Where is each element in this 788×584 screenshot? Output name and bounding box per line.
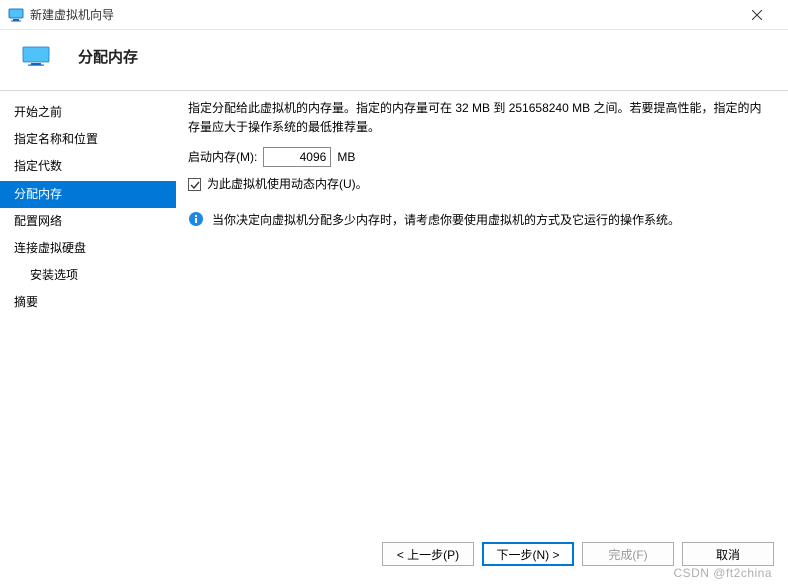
dynamic-memory-checkbox[interactable] xyxy=(188,178,201,191)
cancel-button[interactable]: 取消 xyxy=(682,542,774,566)
sidebar-item-label: 开始之前 xyxy=(14,105,62,119)
page-title: 分配内存 xyxy=(78,46,138,67)
previous-button[interactable]: < 上一步(P) xyxy=(382,542,474,566)
sidebar-item-before-you-begin[interactable]: 开始之前 xyxy=(0,99,176,126)
sidebar-item-summary[interactable]: 摘要 xyxy=(0,289,176,316)
startup-memory-label: 启动内存(M): xyxy=(188,148,257,167)
info-row: 当你决定向虚拟机分配多少内存时，请考虑你要使用虚拟机的方式及它运行的操作系统。 xyxy=(188,211,768,230)
wizard-sidebar: 开始之前 指定名称和位置 指定代数 分配内存 配置网络 连接虚拟硬盘 安装选项 … xyxy=(0,91,176,511)
app-icon xyxy=(8,7,24,23)
startup-memory-row: 启动内存(M): MB xyxy=(188,147,768,167)
wizard-footer: < 上一步(P) 下一步(N) > 完成(F) 取消 xyxy=(0,524,788,584)
sidebar-item-label: 分配内存 xyxy=(14,187,62,201)
next-button[interactable]: 下一步(N) > xyxy=(482,542,574,566)
min-memory-value: 32 MB xyxy=(455,101,490,115)
max-memory-value: 251658240 MB xyxy=(509,101,590,115)
sidebar-item-installation-options[interactable]: 安装选项 xyxy=(0,262,176,289)
sidebar-item-label: 连接虚拟硬盘 xyxy=(14,241,86,255)
check-icon xyxy=(190,180,200,190)
info-icon xyxy=(188,211,204,227)
sidebar-item-label: 配置网络 xyxy=(14,214,62,228)
sidebar-item-label: 摘要 xyxy=(14,295,38,309)
sidebar-item-assign-memory[interactable]: 分配内存 xyxy=(0,181,176,208)
sidebar-item-connect-vhd[interactable]: 连接虚拟硬盘 xyxy=(0,235,176,262)
close-button[interactable] xyxy=(734,0,780,30)
dynamic-memory-row: 为此虚拟机使用动态内存(U)。 xyxy=(188,175,768,194)
startup-memory-input[interactable] xyxy=(263,147,331,167)
wizard-header-icon xyxy=(20,44,52,68)
window-title: 新建虚拟机向导 xyxy=(30,6,114,23)
memory-unit: MB xyxy=(337,148,355,167)
wizard-body: 开始之前 指定名称和位置 指定代数 分配内存 配置网络 连接虚拟硬盘 安装选项 … xyxy=(0,91,788,511)
sidebar-item-label: 指定名称和位置 xyxy=(14,132,98,146)
dynamic-memory-label: 为此虚拟机使用动态内存(U)。 xyxy=(207,175,368,194)
titlebar: 新建虚拟机向导 xyxy=(0,0,788,30)
wizard-header: 分配内存 xyxy=(0,30,788,90)
memory-description: 指定分配给此虚拟机的内存量。指定的内存量可在 32 MB 到 251658240… xyxy=(188,99,768,137)
close-icon xyxy=(752,10,762,20)
sidebar-item-configure-networking[interactable]: 配置网络 xyxy=(0,208,176,235)
info-text: 当你决定向虚拟机分配多少内存时，请考虑你要使用虚拟机的方式及它运行的操作系统。 xyxy=(212,211,768,230)
sidebar-item-specify-generation[interactable]: 指定代数 xyxy=(0,153,176,180)
sidebar-item-label: 安装选项 xyxy=(30,268,78,282)
wizard-content: 指定分配给此虚拟机的内存量。指定的内存量可在 32 MB 到 251658240… xyxy=(176,91,788,511)
sidebar-item-specify-name-location[interactable]: 指定名称和位置 xyxy=(0,126,176,153)
finish-button[interactable]: 完成(F) xyxy=(582,542,674,566)
sidebar-item-label: 指定代数 xyxy=(14,159,62,173)
